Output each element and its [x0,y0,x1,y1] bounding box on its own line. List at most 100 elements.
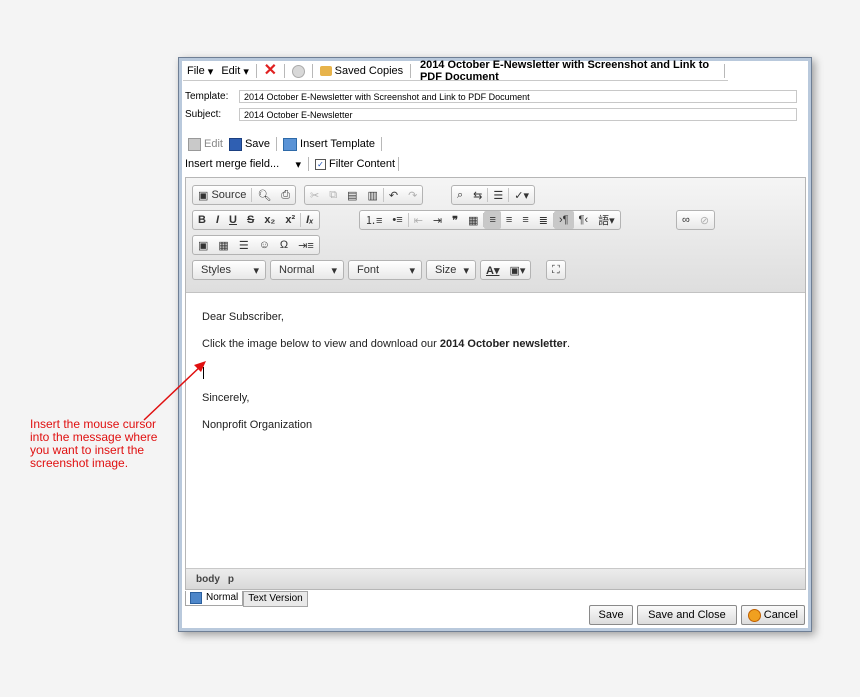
rtl-icon[interactable]: ¶‹ [574,211,594,229]
menubar: File ▾ Edit ▾ ✕ Saved Copies 2014 Octobe… [183,59,728,83]
delete-icon: ✕ [263,62,278,79]
template-row: Template: 2014 October E-Newsletter with… [183,88,797,104]
superscript-icon[interactable]: x² [280,211,300,229]
separator [381,137,383,151]
tab-text-version[interactable]: Text Version [243,591,308,607]
disabled-circle-icon [291,64,305,78]
image-icon[interactable]: ▣ [193,236,213,254]
cut-icon[interactable]: ✂ [305,186,324,204]
delete-button[interactable]: ✕ [260,62,281,79]
undo-icon[interactable]: ↶ [384,186,403,204]
paragraph-group: ⒈≡ •≡ ⇤ ⇥ ❞ ▦ ≡ ≡ ≡ ≣ ›¶ ¶‹ 語▾ [359,210,621,230]
justify-icon[interactable]: ≣ [534,211,553,229]
bold-icon[interactable]: B [193,211,211,229]
saved-copies-button[interactable]: Saved Copies [316,65,408,77]
file-menu[interactable]: File ▾ [183,65,217,78]
blockquote-icon[interactable]: ❞ [447,211,463,229]
edit-button[interactable]: Edit [185,137,226,151]
chevron-down-icon: ▾ [463,264,469,277]
template-label: Template: [185,90,229,102]
format-dropdown[interactable]: Normal ▾ [270,260,344,280]
italic-icon[interactable]: I [211,211,224,229]
separator [311,64,313,78]
link-icon[interactable]: ∞ [677,211,695,229]
chevron-down-icon: ▾ [331,264,337,277]
special-char-icon[interactable]: Ω [275,236,293,254]
subject-row: Subject: 2014 October E-Newsletter [183,106,797,122]
view-tabs: Normal Text Version [185,591,308,607]
numbered-list-icon[interactable]: ⒈≡ [360,211,387,229]
clipboard-group: ✂ ⧉ ▤ ▥ ↶ ↷ [304,185,424,205]
subject-field[interactable]: 2014 October E-Newsletter [239,107,797,121]
text-color-icon[interactable]: A▾ [481,261,504,279]
action-toolbar: Edit Save Insert Template [185,135,385,153]
chevron-down-icon: ▾ [253,264,259,277]
html-view-icon [190,592,202,604]
paste-text-icon[interactable]: ▥ [362,186,382,204]
separator [410,64,411,78]
path-body[interactable]: body [186,574,224,585]
document-title: 2014 October E-Newsletter with Screensho… [419,59,710,83]
table-icon[interactable]: ▦ [213,236,233,254]
footer-buttons: Save Save and Close Cancel [589,605,805,625]
align-center-icon[interactable]: ≡ [501,211,517,229]
subject-label: Subject: [185,108,222,120]
horizontal-line-icon[interactable]: ☰ [234,236,254,254]
print-icon[interactable]: ⎙ [276,186,295,204]
page-break-icon[interactable]: ⇥≡ [293,236,319,254]
find-icon[interactable]: ⌕ [452,186,468,204]
align-left-icon[interactable]: ≡ [484,211,501,229]
merge-field-dropdown[interactable]: Insert merge field... ▾ [185,158,305,171]
filter-content-checkbox[interactable]: ✓ [315,158,326,170]
disabled-button[interactable] [288,64,309,78]
font-dropdown[interactable]: Font ▾ [348,260,422,280]
redo-icon[interactable]: ↷ [403,186,422,204]
maximize-icon[interactable]: ⛶ [547,261,565,279]
replace-icon[interactable]: ⇆ [468,186,487,204]
tab-normal[interactable]: Normal [185,591,244,606]
greeting-text: Dear Subscriber, [202,311,284,323]
smiley-icon[interactable]: ☺ [254,236,275,254]
copy-icon[interactable]: ⧉ [324,186,342,204]
save-footer-button[interactable]: Save [589,605,634,625]
bulleted-list-icon[interactable]: •≡ [387,211,407,229]
separator [724,64,725,78]
element-path-bar: body p [186,568,805,589]
subscript-icon[interactable]: x₂ [259,211,280,229]
strikethrough-icon[interactable]: S [242,211,259,229]
source-button[interactable]: ▣ Source [193,186,251,204]
select-all-icon[interactable]: ☰ [488,186,508,204]
outdent-icon[interactable]: ⇤ [409,211,428,229]
edit-menu[interactable]: Edit ▾ [217,65,253,78]
insert-template-button[interactable]: Insert Template [280,137,378,151]
merge-toolbar: Insert merge field... ▾ ✓ Filter Content [185,155,402,173]
styles-dropdown[interactable]: Styles ▾ [192,260,266,280]
paste-icon[interactable]: ▤ [342,186,362,204]
cancel-icon [747,608,761,622]
indent-icon[interactable]: ⇥ [428,211,447,229]
underline-icon[interactable]: U [224,211,242,229]
save-and-close-button[interactable]: Save and Close [637,605,737,625]
editor-content[interactable]: Dear Subscriber, Click the image below t… [186,293,805,567]
size-dropdown[interactable]: Size ▾ [426,260,476,280]
remove-format-icon[interactable]: Iₓ [301,211,318,229]
align-right-icon[interactable]: ≡ [517,211,533,229]
preview-icon[interactable]: 🔍︎ [252,186,276,204]
maximize-group: ⛶ [546,260,566,280]
window-content: File ▾ Edit ▾ ✕ Saved Copies 2014 Octobe… [183,59,807,627]
language-icon[interactable]: 語▾ [593,211,620,229]
path-p[interactable]: p [224,574,238,585]
cancel-button[interactable]: Cancel [740,605,805,625]
template-icon [283,137,298,151]
separator [276,137,278,151]
save-button[interactable]: Save [226,137,273,151]
rich-text-editor: ▣ Source 🔍︎ ⎙ ✂ ⧉ ▤ ▥ ↶ ↷ ⌕ ⇆ ☰ ✓▾ B I U… [185,177,806,590]
color-group: A▾ ▣▾ [480,260,532,280]
spellcheck-icon[interactable]: ✓▾ [509,186,534,204]
template-field[interactable]: 2014 October E-Newsletter with Screensho… [239,89,797,103]
ltr-icon[interactable]: ›¶ [553,211,574,229]
div-container-icon[interactable]: ▦ [463,211,483,229]
background-color-icon[interactable]: ▣▾ [504,261,530,279]
chevron-down-icon: ▾ [409,264,415,277]
unlink-icon[interactable]: ⊘ [695,211,714,229]
